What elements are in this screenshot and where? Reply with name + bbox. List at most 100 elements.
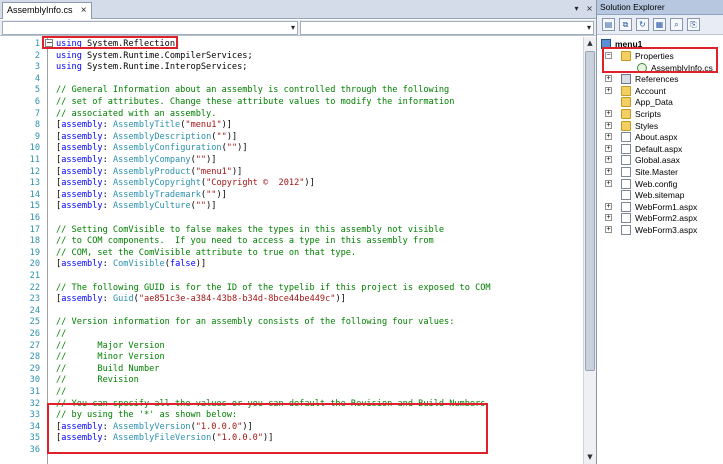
code-area[interactable]: 1 using System.Reflection; 2 using System.R… bbox=[0, 37, 583, 464]
code-line[interactable]: 34 [assembly: AssemblyVersion("1.0.0.0")] bbox=[0, 421, 583, 433]
code-line[interactable]: 33 // by using the '*' as shown below: bbox=[0, 409, 583, 421]
code-line[interactable]: 10 [assembly: AssemblyConfiguration("")] bbox=[0, 142, 583, 154]
code-line[interactable]: 7 // associated with an assembly. bbox=[0, 108, 583, 120]
code-line[interactable]: 22 // The following GUID is for the ID of… bbox=[0, 282, 583, 294]
code-line[interactable]: 23 [assembly: Guid("ae851c3e-a384-43b8-b3… bbox=[0, 293, 583, 305]
code-token: assembly bbox=[61, 131, 103, 142]
code-line[interactable]: 29 // Build Number bbox=[0, 363, 583, 375]
code-line[interactable]: 5 // General Information about an assembl… bbox=[0, 84, 583, 96]
code-line[interactable]: 16 bbox=[0, 212, 583, 224]
tree-item[interactable]: + Scripts bbox=[597, 108, 723, 120]
tree-item[interactable]: + References bbox=[597, 73, 723, 85]
tab-assemblyinfo[interactable]: AssemblyInfo.cs × bbox=[2, 2, 92, 19]
tree-item[interactable]: + WebForm1.aspx bbox=[597, 201, 723, 213]
code-line[interactable]: 1 using System.Reflection; bbox=[0, 38, 583, 50]
copy-website-icon[interactable]: ⎘ bbox=[687, 18, 700, 31]
show-all-files-icon[interactable]: ⧉ bbox=[619, 18, 632, 31]
expand-icon[interactable]: + bbox=[605, 202, 612, 210]
code-token: // Build Number bbox=[56, 363, 160, 374]
line-number: 33 bbox=[29, 410, 40, 421]
code-text: // set of attributes. Change these attri… bbox=[56, 96, 454, 108]
code-token: )] bbox=[335, 294, 346, 305]
expand-icon[interactable]: + bbox=[605, 226, 612, 233]
tree-item-label: Web.config bbox=[635, 178, 678, 189]
expand-icon[interactable]: + bbox=[605, 156, 612, 164]
tree-item[interactable]: + Site.Master bbox=[597, 166, 723, 178]
line-number: 22 bbox=[29, 282, 40, 293]
tree-item[interactable]: + About.aspx bbox=[597, 131, 723, 143]
tree-item[interactable]: Web.sitemap bbox=[597, 189, 723, 201]
collapse-toggle-icon[interactable]: − bbox=[45, 39, 53, 47]
code-line[interactable]: 18 // to COM components. If you need to a… bbox=[0, 235, 583, 247]
code-line[interactable]: 28 // Minor Version bbox=[0, 351, 583, 363]
line-number: 5 bbox=[34, 85, 40, 96]
code-line[interactable]: 4 bbox=[0, 73, 583, 85]
solution-tree[interactable]: menu1 − Properties AssemblyInfo.cs + Referen… bbox=[597, 36, 723, 464]
code-line[interactable]: 2 using System.Runtime.CompilerServices; bbox=[0, 50, 583, 62]
scroll-up-icon[interactable]: ▲ bbox=[584, 37, 596, 49]
code-line[interactable]: 26 // bbox=[0, 328, 583, 340]
code-line[interactable]: 9 [assembly: AssemblyDescription("")] bbox=[0, 131, 583, 143]
code-token: )] bbox=[304, 178, 315, 189]
expand-icon[interactable]: + bbox=[605, 121, 612, 129]
tree-item[interactable]: − Properties bbox=[597, 50, 723, 62]
code-line[interactable]: 35 [assembly: AssemblyFileVersion("1.0.0.… bbox=[0, 432, 583, 444]
code-line[interactable]: 19 // COM, set the ComVisible attribute t… bbox=[0, 247, 583, 259]
expand-icon[interactable]: + bbox=[605, 214, 612, 222]
view-designer-icon[interactable]: ⌕ bbox=[670, 18, 683, 31]
member-dropdown[interactable]: ▾ bbox=[300, 21, 594, 35]
folder-icon bbox=[621, 85, 631, 96]
type-dropdown[interactable]: ▾ bbox=[2, 21, 298, 35]
tree-item[interactable]: + WebForm2.aspx bbox=[597, 212, 723, 224]
code-text: // Setting ComVisible to false makes the… bbox=[56, 224, 444, 236]
code-line[interactable]: 12 [assembly: AssemblyProduct("menu1")] bbox=[0, 166, 583, 178]
code-line[interactable]: 24 bbox=[0, 305, 583, 317]
scroll-thumb[interactable] bbox=[585, 51, 595, 371]
expand-icon[interactable]: + bbox=[605, 86, 612, 94]
code-line[interactable]: 25 // Version information for an assembly… bbox=[0, 316, 583, 328]
tab-close-icon[interactable]: × bbox=[81, 3, 87, 18]
nest-related-files-icon[interactable]: ▦ bbox=[653, 18, 666, 31]
code-editor[interactable]: AssemblyInfo.cs × ▾ × ▾ ▾ 1 using System.… bbox=[0, 0, 597, 464]
expand-icon[interactable]: + bbox=[605, 133, 612, 141]
tree-item[interactable]: + Web.config bbox=[597, 178, 723, 190]
tree-item[interactable]: + Account bbox=[597, 85, 723, 97]
code-line[interactable]: 21 bbox=[0, 270, 583, 282]
tree-item[interactable]: AssemblyInfo.cs bbox=[597, 62, 723, 74]
code-line[interactable]: 3 using System.Runtime.InteropServices; bbox=[0, 61, 583, 73]
close-all-icon[interactable]: × bbox=[584, 3, 595, 15]
code-line[interactable]: 8 [assembly: AssemblyTitle("menu1")] bbox=[0, 119, 583, 131]
code-line[interactable]: 20 [assembly: ComVisible(false)] bbox=[0, 258, 583, 270]
expand-icon[interactable]: + bbox=[605, 144, 612, 152]
code-line[interactable]: 15 [assembly: AssemblyCulture("")] bbox=[0, 200, 583, 212]
code-line[interactable]: 14 [assembly: AssemblyTrademark("")] bbox=[0, 189, 583, 201]
expand-icon[interactable]: + bbox=[605, 179, 612, 187]
code-line[interactable]: 6 // set of attributes. Change these attr… bbox=[0, 96, 583, 108]
code-line[interactable]: 11 [assembly: AssemblyCompany("")] bbox=[0, 154, 583, 166]
expand-icon[interactable]: + bbox=[605, 168, 612, 175]
code-line[interactable]: 30 // Revision bbox=[0, 374, 583, 386]
code-line[interactable]: 13 [assembly: AssemblyCopyright("Copyrigh… bbox=[0, 177, 583, 189]
tree-item[interactable]: + WebForm3.aspx bbox=[597, 224, 723, 236]
code-line[interactable]: 31 // bbox=[0, 386, 583, 398]
vertical-scrollbar[interactable]: ▲ ▼ bbox=[583, 37, 596, 464]
collapse-icon[interactable]: − bbox=[605, 52, 612, 59]
code-line[interactable]: 17 // Setting ComVisible to false makes t… bbox=[0, 224, 583, 236]
tree-item[interactable]: + Styles bbox=[597, 120, 723, 132]
properties-icon[interactable]: ▤ bbox=[602, 18, 615, 31]
code-token: "menu1" bbox=[195, 166, 232, 177]
tree-item[interactable]: + Default.aspx bbox=[597, 143, 723, 155]
code-line[interactable]: 27 // Major Version bbox=[0, 340, 583, 352]
tab-dropdown-icon[interactable]: ▾ bbox=[571, 3, 582, 15]
expand-icon[interactable]: + bbox=[605, 75, 612, 83]
scroll-down-icon[interactable]: ▼ bbox=[584, 451, 596, 463]
expand-icon[interactable]: + bbox=[605, 110, 612, 117]
code-token: "ae851c3e-a384-43b8-b34d-8bce44be449c" bbox=[138, 294, 336, 305]
code-line[interactable]: 36 bbox=[0, 444, 583, 456]
line-number: 9 bbox=[34, 131, 40, 142]
tree-item[interactable]: + Global.asax bbox=[597, 154, 723, 166]
refresh-icon[interactable]: ↻ bbox=[636, 18, 649, 31]
code-line[interactable]: 32 // You can specify all the values or y… bbox=[0, 398, 583, 410]
project-icon bbox=[601, 39, 611, 49]
tree-item[interactable]: App_Data bbox=[597, 96, 723, 108]
